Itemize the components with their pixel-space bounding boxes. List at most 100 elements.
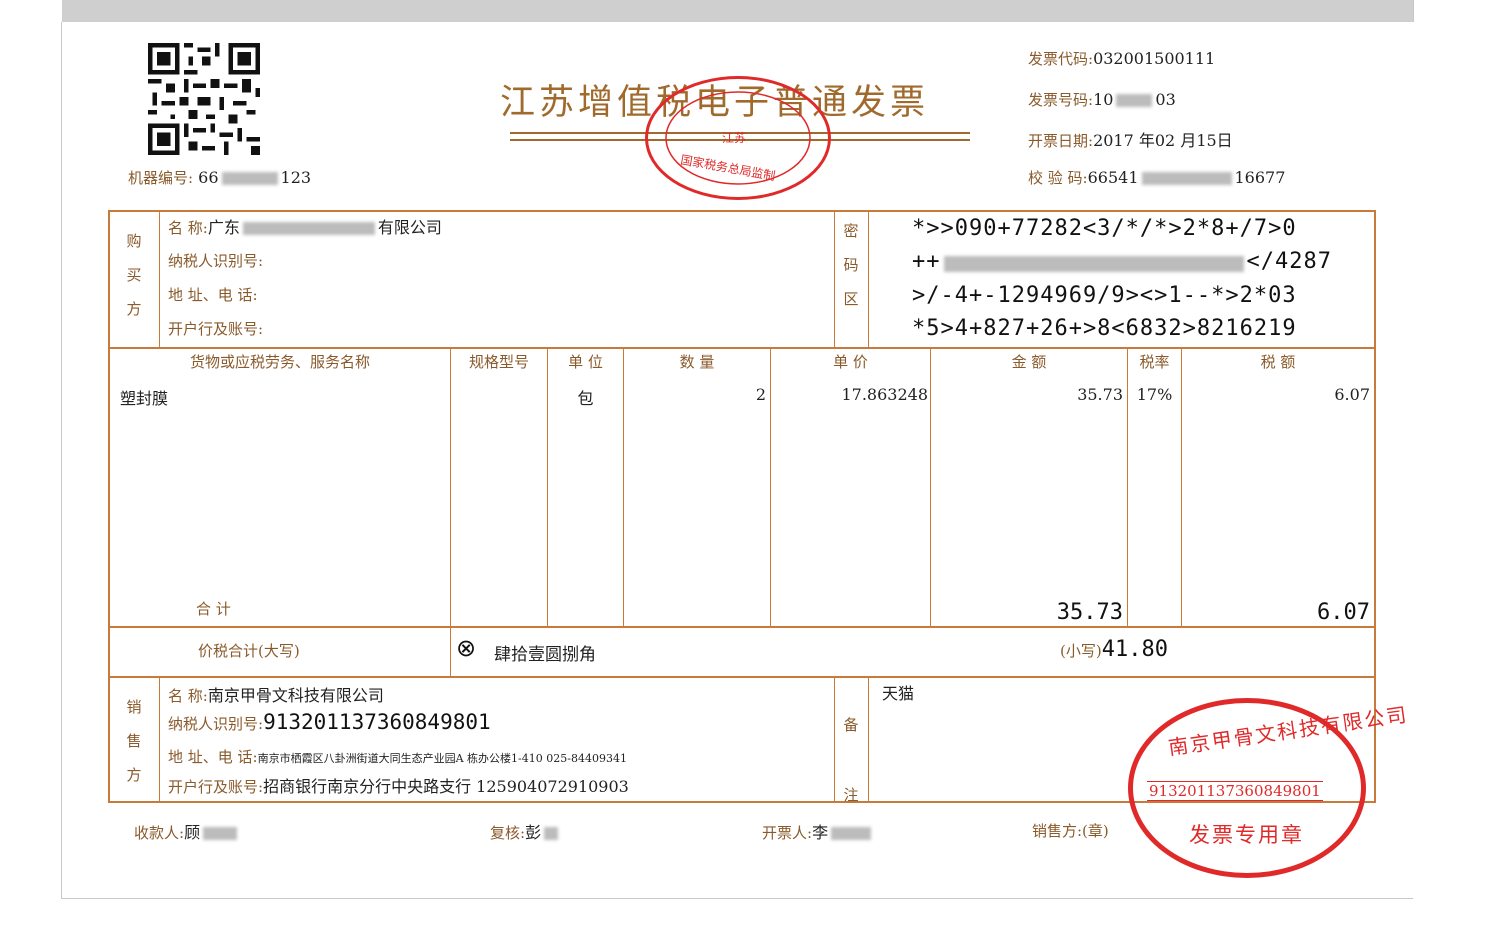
grid-line xyxy=(159,677,160,802)
cipher-line-4: *5>4+827+26+>8<6832>8216219 xyxy=(912,316,1297,341)
reviewer-label: 复核: xyxy=(490,824,526,842)
seller-address-row: 地 址、电 话:南京市栖霞区八卦洲街道大同生态产业园A 栋办公楼1-410 02… xyxy=(168,746,627,767)
grid-top xyxy=(108,210,1376,212)
circled-x-icon: ⊗ xyxy=(456,634,477,662)
buyer-bank-label: 开户行及账号: xyxy=(168,320,264,338)
grid-left xyxy=(108,210,110,803)
redacted-block xyxy=(943,255,1244,272)
cipher-line-1: *>>090+77282<3/*/*>2*8+/7>0 xyxy=(912,216,1297,241)
invoice-code: 发票代码:032001500111 xyxy=(1028,48,1215,69)
buyer-name-suffix: 有限公司 xyxy=(377,218,442,237)
machine-number: 机器编号: 66 123 xyxy=(128,167,311,188)
grid-line xyxy=(159,210,160,348)
invoice-number-prefix: 10 xyxy=(1093,90,1114,109)
drawer: 开票人:李 xyxy=(762,819,874,843)
grid-line xyxy=(108,626,1376,628)
col-header-price: 单 价 xyxy=(833,353,868,371)
grid-line xyxy=(868,677,869,802)
seller-bank-label: 开户行及账号: xyxy=(168,778,264,796)
redacted-block xyxy=(1141,172,1232,185)
cipher-line-2-prefix: ++ xyxy=(912,249,941,274)
company-seal-label: 发票专用章 xyxy=(1189,823,1304,847)
item-price: 17.863248 xyxy=(841,385,928,404)
invoice-code-value: 032001500111 xyxy=(1093,49,1216,68)
buyer-name-label: 名 称: xyxy=(168,219,208,237)
payee: 收款人:顾 xyxy=(134,819,240,843)
total-amount: 35.73 xyxy=(1056,600,1123,625)
window-top-bar xyxy=(62,0,1414,22)
buyer-name-prefix: 广东 xyxy=(207,218,240,237)
redacted-block xyxy=(221,172,278,185)
seller-address-value: 南京市栖霞区八卦洲街道大同生态产业园A 栋办公楼1-410 025-844093… xyxy=(257,752,627,765)
redacted-block xyxy=(203,827,238,840)
side-char: 密 xyxy=(843,222,859,240)
reviewer-value: 彭 xyxy=(525,823,542,842)
side-char: 方 xyxy=(126,766,142,784)
seller-taxid-row: 纳税人识别号:913201137360849801 xyxy=(168,710,491,734)
item-name: 塑封膜 xyxy=(120,389,169,408)
item-qty: 2 xyxy=(755,385,766,404)
seller-name-row: 名 称:南京甲骨文科技有限公司 xyxy=(168,682,384,706)
frame-left xyxy=(61,22,62,898)
seller-name-label: 名 称: xyxy=(168,687,208,705)
tax-bureau-seal: 江苏 国家税务总局监制 xyxy=(645,76,831,200)
qr-code-icon xyxy=(148,43,260,155)
company-seal: 南京甲骨文科技有限公司 913201137360849801 发票专用章 xyxy=(1128,698,1410,878)
redacted-block xyxy=(242,222,375,235)
seller-name-value: 南京甲骨文科技有限公司 xyxy=(207,686,384,705)
grand-total-small: (小写)41.80 xyxy=(1060,637,1168,662)
col-header-item: 货物或应税劳务、服务名称 xyxy=(189,353,370,371)
cipher-line-2: ++ </4287 xyxy=(912,249,1332,274)
buyer-name-row: 名 称:广东 有限公司 xyxy=(168,214,442,238)
item-unit: 包 xyxy=(577,389,594,408)
side-char: 备 xyxy=(843,716,859,734)
payee-value: 顾 xyxy=(184,823,201,842)
issue-date: 开票日期:2017 年02 月15日 xyxy=(1028,127,1233,151)
item-rate: 17% xyxy=(1136,385,1173,404)
col-header-unit: 单 位 xyxy=(568,353,603,371)
col-header-qty: 数 量 xyxy=(679,353,715,371)
check-code: 校 验 码:66541 16677 xyxy=(1028,167,1285,188)
grid-line xyxy=(834,210,835,348)
reviewer: 复核:彭 xyxy=(490,819,561,843)
seller-taxid-label: 纳税人识别号: xyxy=(168,715,264,733)
invoice-number-suffix: 03 xyxy=(1155,90,1176,109)
redacted-block xyxy=(831,827,872,840)
seller-bank-value: 招商银行南京分行中央路支行 125904072910903 xyxy=(263,777,629,796)
drawer-value: 李 xyxy=(812,823,829,842)
grand-total-label: 价税合计(大写) xyxy=(198,642,300,660)
seller-seal-label: 销售方:(章) xyxy=(1032,822,1109,840)
remarks-value: 天猫 xyxy=(882,684,915,703)
drawer-label: 开票人: xyxy=(762,824,813,842)
check-code-prefix: 66541 xyxy=(1087,168,1139,187)
redacted-block xyxy=(1116,94,1153,107)
side-char: 方 xyxy=(126,300,142,318)
col-header-tax: 税 额 xyxy=(1260,353,1296,371)
side-char: 售 xyxy=(126,732,142,750)
frame-bottom xyxy=(61,898,1413,899)
cipher-line-2-suffix: </4287 xyxy=(1246,249,1332,274)
col-header-spec: 规格型号 xyxy=(468,353,529,371)
buyer-side-label: 购 买 方 xyxy=(124,224,144,326)
cipher-side-label: 密 码 区 xyxy=(841,214,861,316)
buyer-address-label: 地 址、电 话: xyxy=(168,286,258,304)
buyer-taxid-label: 纳税人识别号: xyxy=(168,252,264,270)
machine-number-label: 机器编号: xyxy=(128,169,194,187)
side-char: 销 xyxy=(126,698,142,716)
grand-total-small-label: (小写) xyxy=(1060,642,1102,660)
seller-bank-row: 开户行及账号:招商银行南京分行中央路支行 125904072910903 xyxy=(168,773,629,797)
side-char: 码 xyxy=(843,256,859,274)
grid-line xyxy=(834,677,835,802)
item-tax: 6.07 xyxy=(1334,385,1370,404)
item-amount: 35.73 xyxy=(1077,385,1123,404)
grid-line xyxy=(108,676,1376,678)
machine-number-prefix: 66 xyxy=(198,168,219,187)
side-char: 区 xyxy=(843,290,859,308)
invoice-number-label: 发票号码: xyxy=(1028,91,1094,109)
total-label: 合 计 xyxy=(196,600,231,618)
seller-taxid-value: 913201137360849801 xyxy=(263,710,491,734)
invoice-number: 发票号码:10 03 xyxy=(1028,89,1176,110)
issue-date-value: 2017 年02 月15日 xyxy=(1093,131,1233,150)
grand-total-upper: 肆拾壹圆捌角 xyxy=(494,645,596,665)
seller-side-label: 销 售 方 xyxy=(124,690,144,792)
